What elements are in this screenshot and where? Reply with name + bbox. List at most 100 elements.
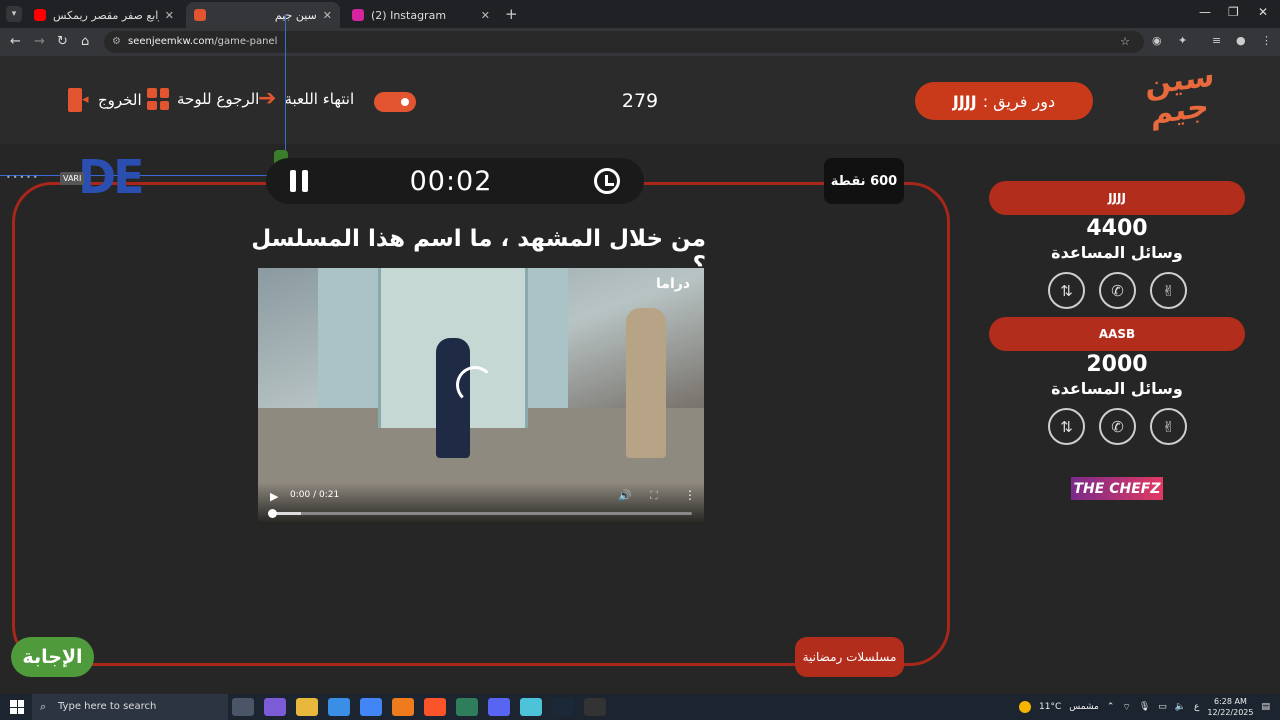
tab-title: (2) Instagram — [371, 8, 447, 22]
reset-timer-icon[interactable] — [594, 168, 620, 194]
tab-search-icon[interactable]: ▾ — [6, 6, 22, 22]
tab-youtube[interactable]: رابع صفر مقصر ريمكس | YouTube ✕ — [26, 2, 182, 28]
file-explorer-icon[interactable] — [296, 698, 318, 716]
clock-time: 6:28 AM — [1213, 697, 1247, 706]
store-icon[interactable] — [328, 698, 350, 716]
help-tools-label-2: وسائل المساعدة — [1051, 379, 1183, 398]
address-bar[interactable]: ⚙ seenjeemkw.com/game-panel ☆ — [104, 31, 1144, 53]
swap-turn-icon[interactable]: ⇅ — [1048, 272, 1085, 309]
play-icon[interactable]: ▶ — [270, 490, 278, 503]
seenjeem-logo: سين جيم — [1145, 58, 1215, 133]
sponsor-logo: THE CHEFZ — [1071, 477, 1163, 500]
tab-title: رابع صفر مقصر ريمكس | YouTube — [53, 8, 159, 22]
two-answers-icon[interactable]: ✌ — [1150, 272, 1187, 309]
phone-friend-icon[interactable]: ✆ — [1099, 272, 1136, 309]
help-tools-label-1: وسائل المساعدة — [1051, 243, 1183, 262]
team-score-1: 4400 — [1086, 216, 1148, 241]
task-view-icon[interactable] — [232, 698, 254, 716]
video-seek-bar[interactable] — [268, 509, 692, 518]
tray-chevron-icon[interactable]: ⌃ — [1107, 702, 1115, 712]
sound-toggle[interactable] — [374, 92, 416, 112]
seenjeem-favicon-icon — [194, 9, 206, 21]
seek-knob[interactable] — [268, 509, 277, 518]
tab-seenjeem[interactable]: سين جيم ✕ — [186, 2, 340, 28]
video-scene-person — [626, 308, 666, 458]
excel-icon[interactable] — [456, 698, 478, 716]
site-info-icon[interactable]: ⚙ — [112, 31, 121, 53]
minimize-icon[interactable]: — — [1199, 5, 1211, 19]
video-channel-logo: دراما — [656, 276, 690, 292]
overlay-tag: VARI — [60, 172, 85, 185]
restore-icon[interactable]: ❐ — [1228, 5, 1239, 19]
home-icon[interactable]: ⌂ — [81, 34, 89, 49]
exit-button[interactable]: ◂ الخروج — [68, 88, 142, 112]
language-indicator[interactable]: ع — [1194, 702, 1199, 712]
url-path: /game-panel — [214, 36, 278, 47]
extension-icon[interactable]: ◉ — [1152, 34, 1162, 47]
back-icon[interactable]: ← — [10, 34, 21, 49]
vlc-icon[interactable] — [392, 698, 414, 716]
notifications-icon[interactable]: ▤ — [1261, 702, 1270, 712]
browser-menu-icon[interactable]: ⋮ — [1261, 34, 1272, 47]
brave-icon[interactable] — [424, 698, 446, 716]
obs-icon[interactable] — [584, 698, 606, 716]
category-badge[interactable]: مسلسلات رمضانية — [795, 637, 904, 677]
pause-icon[interactable] — [290, 170, 308, 192]
close-window-icon[interactable]: ✕ — [1258, 5, 1268, 19]
copilot-icon[interactable] — [264, 698, 286, 716]
new-tab-icon[interactable]: + — [505, 5, 518, 23]
overlay-logo: DE VARI — [60, 150, 288, 216]
tab-close-icon[interactable]: ✕ — [481, 9, 490, 22]
weather-sun-icon[interactable] — [1019, 701, 1032, 713]
back-to-board-button[interactable]: الرجوع للوحة — [147, 88, 259, 110]
forward-icon[interactable]: → — [34, 34, 45, 49]
wifi-icon[interactable]: ⌔ — [1122, 702, 1130, 713]
turn-prefix: دور فريق : — [982, 91, 1056, 111]
turn-team-name: JJJJ — [952, 91, 977, 111]
volume-tray-icon[interactable]: 🔈 — [1175, 702, 1186, 712]
tab-close-icon[interactable]: ✕ — [165, 9, 174, 22]
question-video[interactable]: دراما ▶ 0:00 / 0:21 🔊 ⛶ ⋮ — [258, 268, 704, 524]
tab-close-icon[interactable]: ✕ — [323, 9, 332, 22]
chrome-icon[interactable] — [360, 698, 382, 716]
taskbar-clock[interactable]: 6:28 AM 12/22/2025 — [1207, 696, 1253, 718]
taskbar-search[interactable]: ⌕ Type here to search — [32, 694, 228, 720]
app-icon[interactable] — [520, 698, 542, 716]
network-icon[interactable]: ▭ — [1158, 702, 1167, 712]
steam-icon[interactable] — [552, 698, 574, 716]
swap-turn-icon[interactable]: ⇅ — [1048, 408, 1085, 445]
weather-temp: 11°C — [1039, 702, 1062, 712]
answer-button[interactable]: الإجابة — [11, 637, 94, 677]
current-turn-badge: دور فريق : JJJJ — [915, 82, 1093, 120]
recorder-dots: ••••• — [6, 173, 40, 182]
loading-spinner-icon — [456, 366, 494, 404]
phone-friend-icon[interactable]: ✆ — [1099, 408, 1136, 445]
taskbar-search-placeholder: Type here to search — [58, 701, 157, 712]
taskbar-apps — [232, 698, 606, 716]
mic-icon[interactable]: 🎙 — [1139, 702, 1150, 712]
extensions-puzzle-icon[interactable]: ✦ — [1178, 34, 1187, 47]
instagram-favicon-icon — [352, 9, 364, 21]
video-controls: ▶ 0:00 / 0:21 🔊 ⛶ ⋮ — [258, 482, 704, 524]
profile-avatar[interactable]: ● — [1236, 34, 1246, 47]
end-game-label: انتهاء اللعبة — [284, 90, 355, 108]
team-name-1: JJJJ — [989, 181, 1245, 215]
tab-title: سين جيم — [274, 8, 317, 22]
question-points-badge: 600 نقطة — [824, 158, 904, 204]
more-options-icon[interactable]: ⋮ — [684, 488, 696, 502]
two-answers-icon[interactable]: ✌ — [1150, 408, 1187, 445]
back-to-board-label: الرجوع للوحة — [177, 90, 260, 108]
discord-icon[interactable] — [488, 698, 510, 716]
windows-start-icon[interactable] — [10, 700, 24, 714]
volume-icon[interactable]: 🔊 — [618, 489, 632, 502]
end-game-button[interactable]: ➔ انتهاء اللعبة — [258, 88, 354, 110]
board-grid-icon — [147, 88, 169, 110]
tab-instagram[interactable]: (2) Instagram ✕ — [344, 2, 498, 28]
bookmark-star-icon[interactable]: ☆ — [1120, 31, 1130, 53]
reload-icon[interactable]: ↻ — [57, 34, 68, 49]
weather-text: مشمس — [1069, 702, 1099, 712]
media-queue-icon[interactable]: ≡ — [1212, 34, 1221, 47]
team-name-2: AASB — [989, 317, 1245, 351]
system-tray: 11°C مشمس ⌃ ⌔ 🎙 ▭ 🔈 ع 6:28 AM 12/22/2025… — [1019, 694, 1270, 720]
fullscreen-icon[interactable]: ⛶ — [650, 489, 658, 503]
